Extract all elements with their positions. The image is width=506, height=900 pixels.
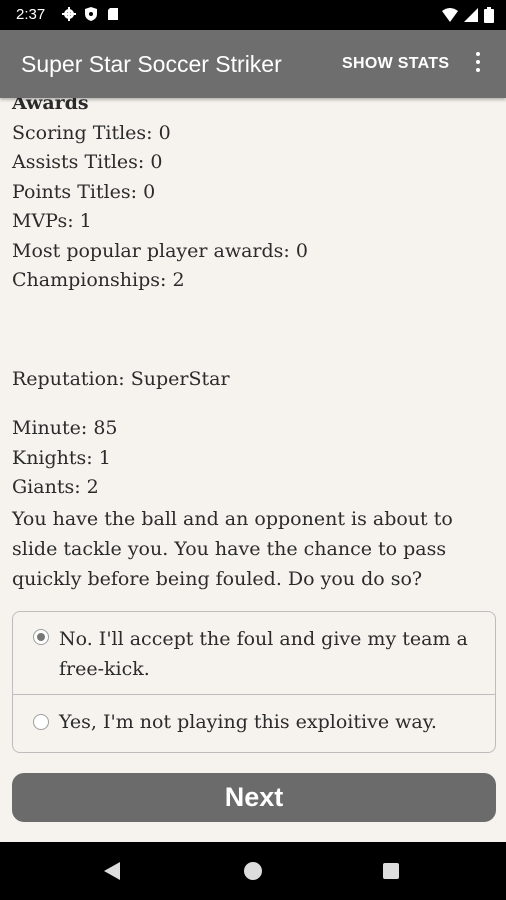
award-assists-titles: Assists Titles: 0	[12, 151, 163, 173]
score-knights: Knights: 1	[12, 447, 111, 469]
app-title: Super Star Soccer Striker	[21, 51, 282, 77]
status-icons-left	[62, 7, 120, 21]
home-icon[interactable]	[244, 862, 262, 880]
sd-card-icon	[108, 8, 118, 20]
choice-list: No. I'll accept the foul and give my tea…	[12, 611, 496, 753]
choice-accept-foul[interactable]: No. I'll accept the foul and give my tea…	[13, 612, 495, 695]
wifi-icon	[442, 8, 458, 22]
next-button[interactable]: Next	[12, 773, 496, 822]
match-minute: Minute: 85	[12, 417, 118, 439]
award-popular-player: Most popular player awards: 0	[12, 240, 308, 262]
status-time: 2:37	[16, 6, 46, 23]
award-mvps: MVPs: 1	[12, 210, 92, 232]
score-giants: Giants: 2	[12, 476, 99, 498]
award-championships: Championships: 2	[12, 269, 185, 291]
award-scoring-titles: Scoring Titles: 0	[12, 122, 171, 144]
signal-icon	[464, 8, 478, 22]
back-icon[interactable]	[104, 862, 120, 880]
show-stats-button[interactable]: SHOW STATS	[342, 55, 449, 73]
nav-bar	[0, 842, 506, 900]
radio-unselected[interactable]	[33, 714, 49, 730]
choice-label: No. I'll accept the foul and give my tea…	[59, 628, 468, 680]
gear-icon	[62, 7, 76, 21]
award-points-titles: Points Titles: 0	[12, 181, 156, 203]
status-icons-right	[442, 7, 494, 23]
status-bar: 2:37	[0, 0, 506, 30]
choice-pass-quickly[interactable]: Yes, I'm not playing this exploitive way…	[13, 695, 495, 752]
more-vert-icon[interactable]	[472, 52, 484, 76]
battery-icon	[484, 7, 494, 23]
reputation: Reputation: SuperStar	[12, 368, 230, 390]
shield-icon	[85, 7, 97, 21]
app-bar: Super Star Soccer Striker SHOW STATS	[0, 30, 506, 98]
radio-selected[interactable]	[33, 629, 49, 645]
question-text: You have the ball and an opponent is abo…	[12, 508, 453, 590]
recents-icon[interactable]	[383, 863, 399, 879]
choice-label: Yes, I'm not playing this exploitive way…	[59, 711, 437, 733]
